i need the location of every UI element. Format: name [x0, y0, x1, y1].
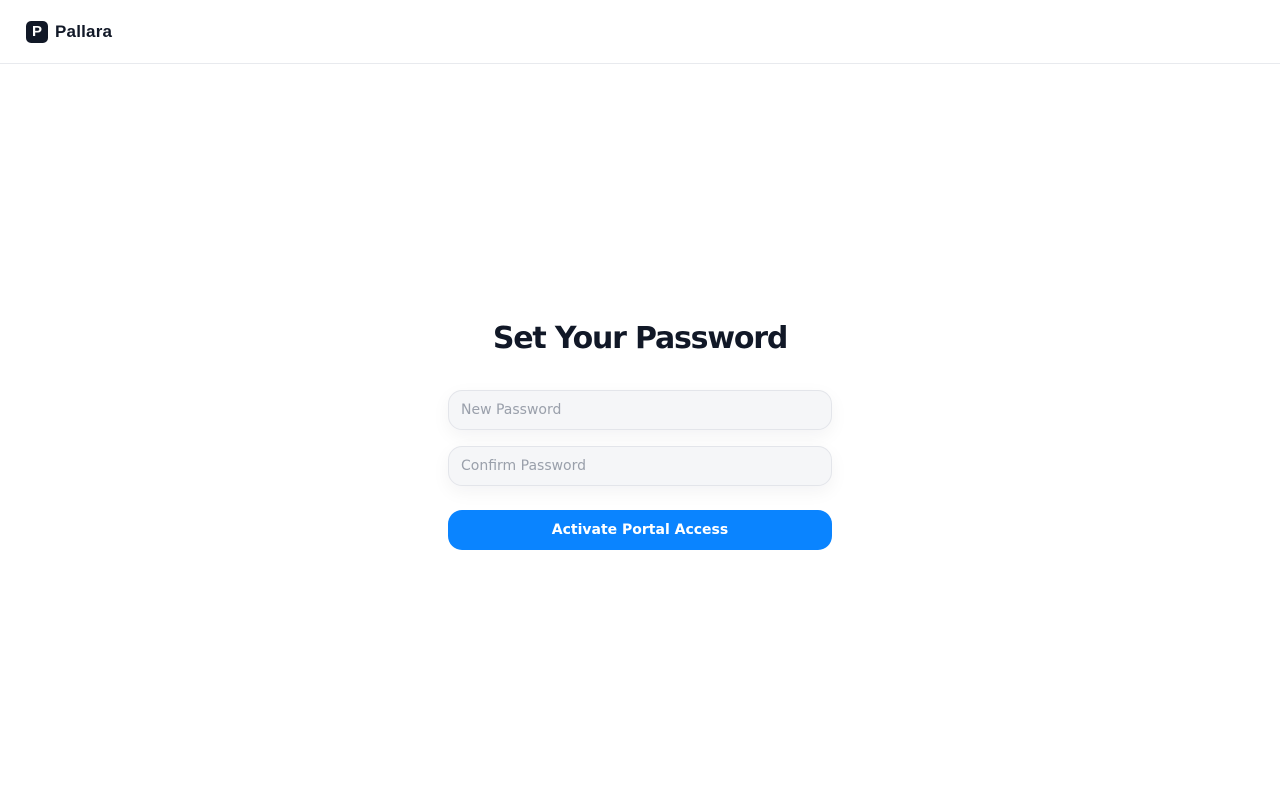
activate-portal-access-button[interactable]: Activate Portal Access — [448, 510, 832, 550]
page-title: Set Your Password — [492, 321, 788, 356]
pallara-logo-icon: P — [26, 21, 48, 43]
brand-logo-link[interactable]: P Pallara — [26, 21, 112, 43]
set-password-form: Activate Portal Access — [448, 390, 832, 550]
brand-name: Pallara — [55, 22, 113, 41]
top-navbar: P Pallara — [0, 0, 1280, 64]
confirm-password-input[interactable] — [448, 446, 832, 486]
new-password-input[interactable] — [448, 390, 832, 430]
